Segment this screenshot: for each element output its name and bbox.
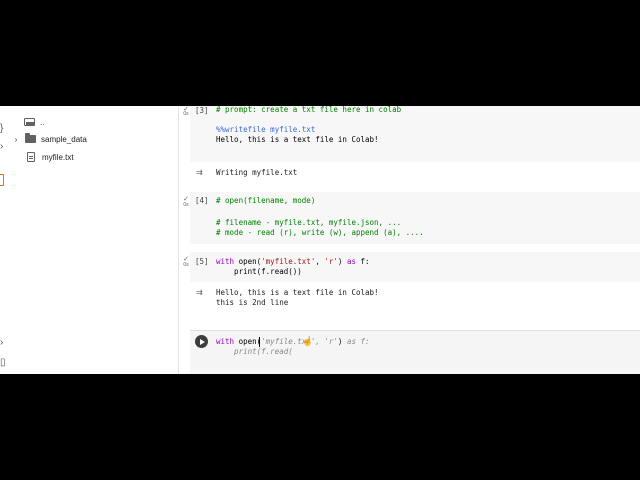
sidebar-tool-icon[interactable]: ›	[0, 142, 3, 152]
chevron-right-icon[interactable]: ›	[11, 135, 21, 144]
cell-run-time: 0s	[183, 202, 189, 208]
cell-output: Writing myfile.txt	[216, 168, 298, 177]
output-actions-icon[interactable]: ⇉	[196, 168, 203, 177]
autocomplete-hint: 'myfile.txt', 'r'	[261, 337, 338, 346]
code-line[interactable]: print(f.read())	[216, 267, 302, 277]
mouse-pointer-icon: ☝	[302, 336, 314, 346]
code-line[interactable]: # mode - read (r), write (w), append (a)…	[216, 228, 424, 238]
file-browser-panel: } › › ▯ .. › sample_data myfile.txt	[0, 106, 179, 374]
output-actions-icon[interactable]: ⇉	[196, 288, 203, 297]
tree-item-label: myfile.txt	[42, 152, 74, 162]
text-cursor	[259, 337, 260, 347]
sidebar-active-indicator	[0, 174, 4, 186]
code-line[interactable]: %%writefile myfile.txt	[216, 125, 315, 135]
autocomplete-hint-line: print(f.read(	[216, 347, 293, 356]
collapse-chevron-icon[interactable]: }	[0, 124, 3, 134]
parent-directory-label: ..	[40, 117, 45, 127]
code-line[interactable]: Hello, this is a text file in Colab!	[216, 135, 379, 145]
terminal-icon[interactable]: ▯	[0, 358, 6, 368]
run-cell-button[interactable]	[195, 335, 208, 348]
file-icon	[27, 152, 35, 162]
execution-count: [5]	[195, 257, 209, 266]
code-line-editing[interactable]: with open('myfile.txt', 'r') as f:	[216, 337, 370, 347]
cell-output: Hello, this is a text file in Colab!	[216, 288, 379, 297]
code-line[interactable]: with open('myfile.txt', 'r') as f:	[216, 257, 370, 267]
folder-icon	[25, 133, 36, 143]
cell-output: this is 2nd line	[216, 298, 289, 307]
cell-run-time: 0s	[183, 111, 189, 117]
code-line[interactable]: # prompt: create a txt file here in cola…	[216, 106, 401, 115]
code-line[interactable]: # open(filename, mode)	[216, 196, 315, 206]
colab-window: } › › ▯ .. › sample_data myfile.txt ✓ 0s…	[0, 106, 640, 374]
parent-directory-row[interactable]: ..	[24, 114, 44, 130]
tree-item-myfile-txt[interactable]: myfile.txt	[27, 149, 74, 165]
tree-item-label: sample_data	[41, 134, 87, 144]
sidebar-toggle-icon[interactable]: ›	[0, 338, 3, 348]
notebook-area: ✓ 0s [3] # prompt: create a txt file her…	[179, 106, 640, 374]
cell-run-time: 0s	[183, 262, 189, 268]
folder-open-icon	[24, 118, 35, 126]
execution-count: [4]	[195, 196, 209, 205]
execution-count: [3]	[195, 106, 209, 115]
tree-item-sample-data[interactable]: › sample_data	[11, 131, 87, 147]
code-line[interactable]: # filename - myfile.txt, myfile.json, ..…	[216, 218, 401, 228]
